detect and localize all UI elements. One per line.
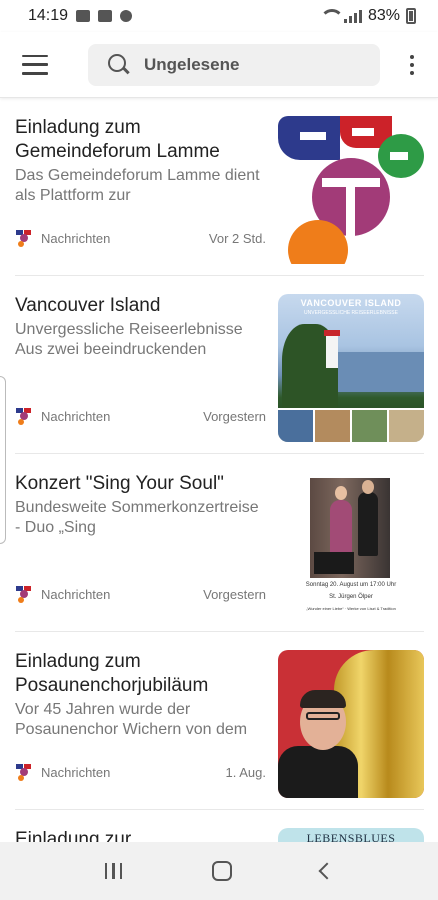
status-time: 14:19 [28, 7, 69, 24]
search-icon [108, 53, 130, 76]
mail-icon [98, 10, 113, 22]
news-thumbnail: Sonntag 20. August um 17:00 Uhr St. Jürg… [278, 472, 424, 620]
back-icon[interactable] [318, 862, 336, 880]
church-logo-icon [15, 585, 33, 603]
system-nav-bar [0, 842, 438, 900]
news-source: Nachrichten [41, 586, 111, 602]
news-time: Vorgestern [203, 586, 266, 602]
news-item[interactable]: Vancouver Island Unvergessliche Reiseerl… [15, 276, 424, 454]
news-title: Einladung zum Gemeindeforum Lamme [15, 117, 220, 162]
thumbnail-caption: „Wunder einer Liebe“ · Werke von Liszt &… [306, 606, 396, 611]
search-bar[interactable]: Ungelesene [88, 43, 380, 86]
church-logo-icon [15, 407, 33, 425]
news-description: Das Gemeindeforum Lamme dient als Plattf… [15, 167, 260, 204]
home-icon[interactable] [211, 861, 232, 881]
news-title: Einladung zum Posaunenchorjubiläum [15, 651, 209, 696]
signal-icon [343, 9, 362, 23]
news-title: Konzert "Sing Your Soul" [15, 473, 224, 494]
news-time: Vor 2 Std. [208, 230, 266, 246]
news-source: Nachrichten [41, 764, 111, 780]
thumbnail-subheading: UNVERGESSLICHE REISEERLEBNISSE [304, 310, 398, 316]
news-thumbnail: VANCOUVER ISLAND UNVERGESSLICHE REISEERL… [278, 294, 424, 442]
recent-apps-icon[interactable] [104, 863, 123, 879]
thumbnail-caption: St. Jürgen Ölper [329, 594, 373, 600]
news-description: Vor 45 Jahren wurde der Posaunenchor Wic… [15, 701, 248, 738]
battery-level: 83% [367, 7, 400, 24]
status-bar: 14:19 83% [0, 0, 438, 32]
edge-panel-handle[interactable] [0, 376, 6, 544]
menu-icon[interactable] [22, 54, 48, 75]
wifi-icon [319, 9, 344, 23]
search-label: Ungelesene [144, 54, 240, 74]
news-source: Nachrichten [41, 230, 111, 246]
news-description: Bundesweite Sommerkonzertreise - Duo „Si… [15, 499, 259, 536]
news-thumbnail [278, 650, 424, 798]
news-time: Vorgestern [203, 408, 266, 424]
battery-icon [406, 8, 416, 24]
more-vert-icon[interactable] [402, 54, 422, 75]
thumbnail-caption: Sonntag 20. August um 17:00 Uhr [305, 582, 397, 588]
news-description: Unvergessliche Reiseerlebnisse Aus zwei … [15, 321, 243, 358]
chat-bubble-icon [120, 10, 133, 22]
church-logo-icon [15, 763, 33, 781]
news-source: Nachrichten [41, 408, 111, 424]
church-logo-icon [15, 229, 33, 247]
news-item[interactable]: Einladung zum Gemeindeforum Lamme Das Ge… [15, 98, 424, 276]
news-thumbnail [278, 116, 424, 264]
news-title: Vancouver Island [15, 295, 161, 316]
gallery-icon [76, 10, 91, 22]
app-bar: Ungelesene [0, 32, 438, 98]
news-feed: Einladung zum Gemeindeforum Lamme Das Ge… [0, 98, 438, 882]
thumbnail-heading: VANCOUVER ISLAND [300, 298, 402, 308]
news-item[interactable]: Einladung zum Posaunenchorjubiläum Vor 4… [15, 632, 424, 810]
news-time: 1. Aug. [225, 764, 266, 780]
news-item[interactable]: Konzert "Sing Your Soul" Bundesweite Som… [15, 454, 424, 632]
